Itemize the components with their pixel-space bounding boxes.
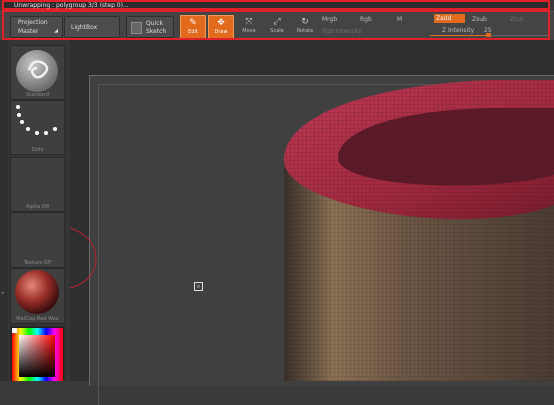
projection-label: Projection	[18, 19, 48, 26]
color-picker[interactable]	[10, 326, 65, 381]
arrow-left-icon: ◂	[1, 290, 4, 296]
edit-label: Edit	[188, 29, 198, 35]
rotate-button[interactable]: ↻ Rotate	[292, 15, 318, 39]
saturation-square[interactable]	[19, 335, 55, 377]
texture-thumbnail[interactable]: Texture Off	[10, 212, 65, 268]
m-button[interactable]: M	[397, 16, 402, 23]
zsub-button[interactable]: Zsub	[472, 16, 487, 23]
stroke-thumbnail[interactable]: Dots	[10, 100, 65, 155]
move-button[interactable]: ⤧ Move	[236, 15, 262, 39]
rgb-button[interactable]: Rgb	[360, 16, 372, 23]
current-color-swatch	[12, 328, 17, 333]
quick-sketch-button[interactable]: Quick Sketch	[126, 16, 174, 38]
status-bar: Unwrapping : polygroup 3/3 (step 0)...	[2, 0, 550, 10]
draw-button[interactable]: ✥ Draw	[208, 15, 234, 39]
alpha-caption: Alpha Off	[25, 204, 50, 210]
slider-fill	[430, 35, 488, 36]
scale-label: Scale	[270, 28, 284, 34]
status-text: Unwrapping : polygroup 3/3 (step 0)...	[14, 2, 129, 9]
quick-sketch-line1: Quick	[146, 20, 163, 27]
z-intensity-slider[interactable]: Z Intensity 25	[430, 27, 550, 38]
rgb-intensity-slider[interactable]: Rgb Intensity	[322, 28, 362, 35]
document-canvas[interactable]: ⌕	[70, 40, 554, 405]
texture-caption: Texture Off	[23, 260, 52, 266]
stroke-caption: Dots	[31, 147, 44, 153]
z-intensity-label: Z Intensity	[442, 27, 475, 34]
chevron-down-icon: ◢	[54, 28, 58, 34]
alpha-thumbnail[interactable]: Alpha Off	[10, 157, 65, 212]
edit-button[interactable]: ✎ Edit	[180, 15, 206, 39]
move-label: Move	[242, 28, 256, 34]
projection-master-button[interactable]: Projection Master ◢	[10, 16, 63, 38]
edit-icon: ✎	[189, 18, 197, 28]
brush-thumbnail[interactable]: Standard	[10, 45, 65, 100]
projection-value: Master	[18, 28, 39, 35]
quick-sketch-icon	[131, 22, 142, 34]
cylinder-mesh[interactable]	[70, 40, 554, 381]
material-thumbnail[interactable]: MatCap Red Wax	[10, 268, 65, 324]
standard-brush-icon	[16, 50, 58, 92]
matcap-sphere-icon	[15, 270, 59, 314]
zadd-button[interactable]: Zadd	[434, 14, 466, 23]
quick-sketch-line2: Sketch	[146, 28, 167, 35]
rotate-icon: ↻	[301, 17, 309, 27]
draw-icon: ✥	[217, 18, 225, 28]
brush-caption: Standard	[26, 92, 49, 98]
rotate-label: Rotate	[296, 28, 314, 34]
top-toolbar: Projection Master ◢ LightBox Quick Sketc…	[0, 11, 554, 40]
cursor-icon: ⌕	[194, 282, 203, 291]
move-icon: ⤧	[245, 17, 253, 27]
lightbox-label: LightBox	[71, 24, 98, 31]
lightbox-button[interactable]: LightBox	[64, 16, 120, 38]
scale-icon: ⤢	[273, 17, 281, 27]
draw-label: Draw	[214, 29, 228, 35]
slider-handle[interactable]	[486, 33, 491, 37]
mrgb-button[interactable]: Mrgb	[322, 16, 337, 23]
zcut-button[interactable]: Zcut	[510, 16, 524, 23]
tray-grip[interactable]: ◂	[0, 40, 8, 381]
material-caption: MatCap Red Wax	[16, 316, 59, 322]
dots-stroke-icon	[16, 105, 57, 135]
scale-button[interactable]: ⤢ Scale	[264, 15, 290, 39]
